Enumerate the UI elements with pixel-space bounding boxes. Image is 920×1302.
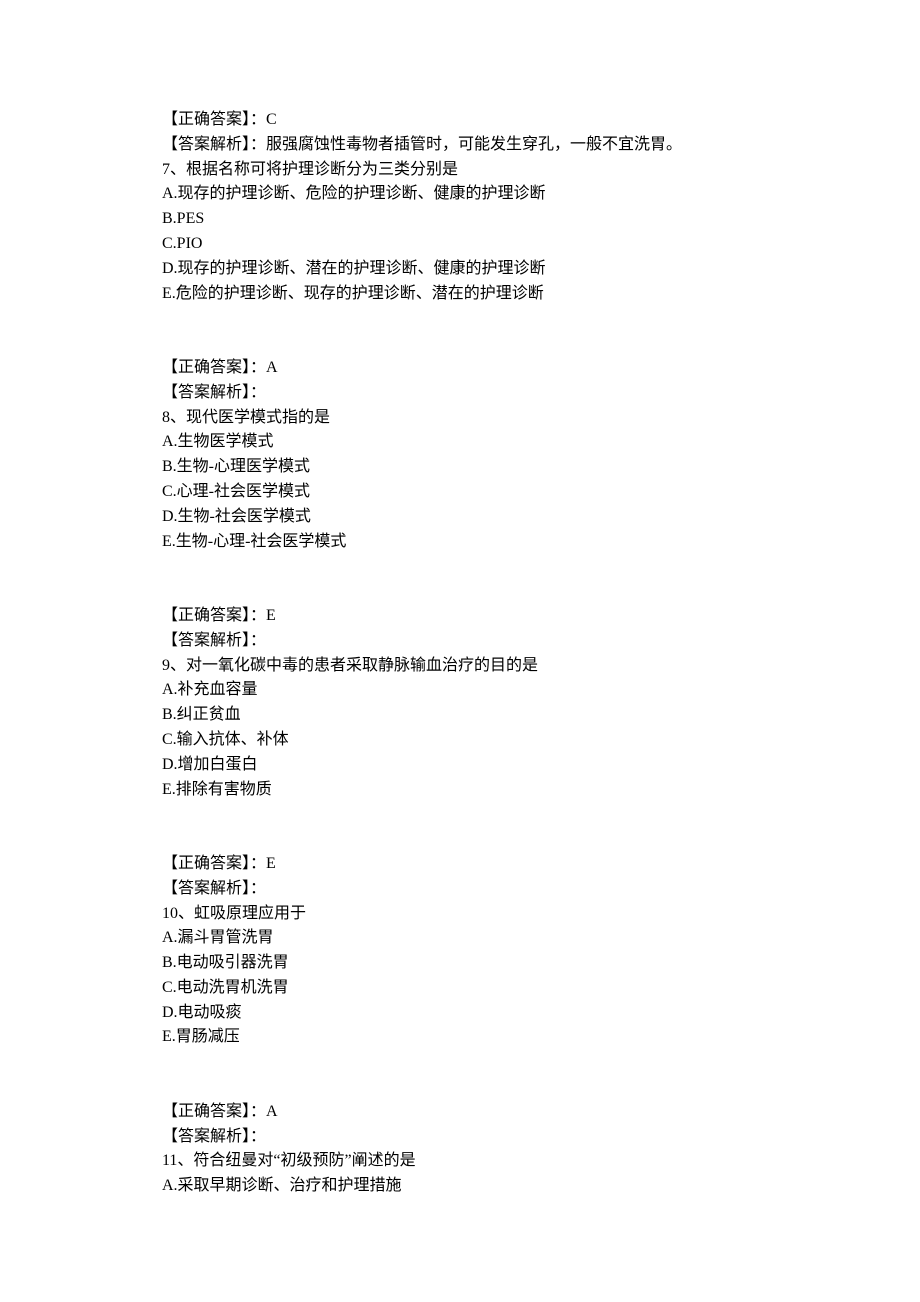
text-line: A.补充血容量: [130, 678, 790, 703]
text-line: 【答案解析】：服强腐蚀性毒物者插管时，可能发生穿孔，一般不宜洗胃。: [130, 133, 790, 158]
text-line: 8、现代医学模式指的是: [130, 406, 790, 431]
blank-line: [130, 306, 790, 331]
text-line: 11、符合纽曼对“初级预防”阐述的是: [130, 1149, 790, 1174]
text-line: E.危险的护理诊断、现存的护理诊断、潜在的护理诊断: [130, 282, 790, 307]
text-line: 【答案解析】：: [130, 877, 790, 902]
text-line: C.PIO: [130, 232, 790, 257]
text-line: 7、根据名称可将护理诊断分为三类分别是: [130, 158, 790, 183]
blank-line: [130, 802, 790, 827]
text-line: E.排除有害物质: [130, 778, 790, 803]
text-line: 【正确答案】：E: [130, 852, 790, 877]
blank-line: [130, 554, 790, 579]
text-line: E.胃肠减压: [130, 1025, 790, 1050]
blank-line: [130, 331, 790, 356]
text-line: B.生物-心理医学模式: [130, 455, 790, 480]
text-line: 【正确答案】：C: [130, 108, 790, 133]
text-line: A.现存的护理诊断、危险的护理诊断、健康的护理诊断: [130, 182, 790, 207]
text-line: D.现存的护理诊断、潜在的护理诊断、健康的护理诊断: [130, 257, 790, 282]
text-line: A.生物医学模式: [130, 430, 790, 455]
text-line: 【正确答案】：E: [130, 604, 790, 629]
text-line: 10、虹吸原理应用于: [130, 902, 790, 927]
text-line: D.增加白蛋白: [130, 753, 790, 778]
text-line: B.PES: [130, 207, 790, 232]
text-line: 【答案解析】：: [130, 629, 790, 654]
blank-line: [130, 1050, 790, 1075]
blank-line: [130, 579, 790, 604]
text-line: A.采取早期诊断、治疗和护理措施: [130, 1174, 790, 1199]
text-line: 【正确答案】：A: [130, 1100, 790, 1125]
text-line: C.输入抗体、补体: [130, 728, 790, 753]
text-line: C.心理-社会医学模式: [130, 480, 790, 505]
text-line: 【答案解析】：: [130, 381, 790, 406]
text-line: B.电动吸引器洗胃: [130, 951, 790, 976]
text-line: 【答案解析】：: [130, 1125, 790, 1150]
blank-line: [130, 827, 790, 852]
text-line: E.生物-心理-社会医学模式: [130, 530, 790, 555]
text-line: D.电动吸痰: [130, 1001, 790, 1026]
text-line: B.纠正贫血: [130, 703, 790, 728]
text-line: A.漏斗胃管洗胃: [130, 926, 790, 951]
text-line: C.电动洗胃机洗胃: [130, 976, 790, 1001]
text-line: 【正确答案】：A: [130, 356, 790, 381]
blank-line: [130, 1075, 790, 1100]
text-line: 9、对一氧化碳中毒的患者采取静脉输血治疗的目的是: [130, 654, 790, 679]
text-line: D.生物-社会医学模式: [130, 505, 790, 530]
document-page: 【正确答案】：C【答案解析】：服强腐蚀性毒物者插管时，可能发生穿孔，一般不宜洗胃…: [0, 0, 920, 1302]
